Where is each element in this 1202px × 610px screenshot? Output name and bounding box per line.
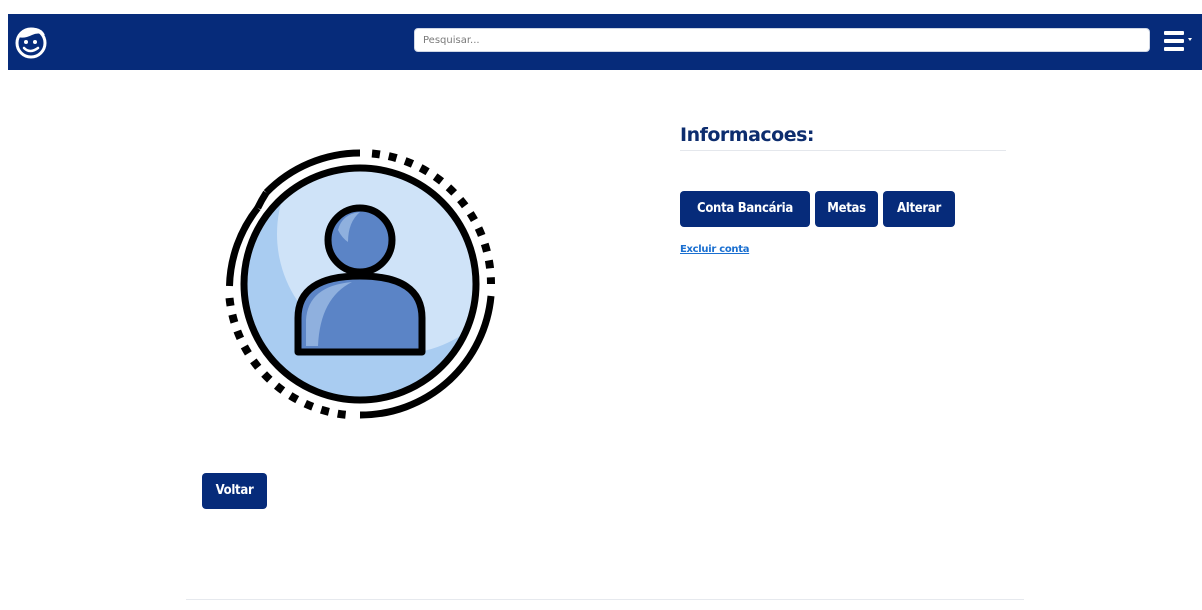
info-title: Informacoes: [680, 124, 815, 146]
goals-button[interactable]: Metas [815, 191, 878, 227]
edit-button[interactable]: Alterar [883, 191, 955, 227]
top-navbar [8, 14, 1202, 70]
title-divider [680, 150, 1006, 151]
smiling-face-icon[interactable] [12, 23, 50, 61]
back-button[interactable]: Voltar [202, 473, 267, 509]
footer-divider [186, 599, 1024, 600]
search-input[interactable] [414, 28, 1150, 52]
bank-account-button[interactable]: Conta Bancária [680, 191, 810, 227]
user-avatar-icon [202, 126, 518, 442]
delete-account-link[interactable]: Excluir conta [680, 244, 749, 255]
hamburger-menu-icon[interactable] [1160, 27, 1194, 55]
